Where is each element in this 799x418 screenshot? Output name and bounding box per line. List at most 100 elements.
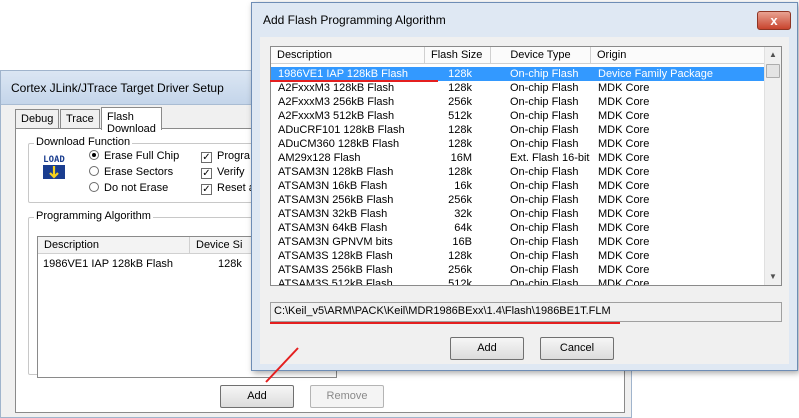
check-verify[interactable]: ✓ Verify — [201, 166, 245, 179]
tab-trace[interactable]: Trace — [60, 109, 100, 129]
close-icon: x — [770, 13, 778, 28]
list-item[interactable]: ATSAM3S 512kB Flash 512k On-chip Flash MDK … — [271, 277, 765, 286]
row-description: A2FxxxM3 512kB Flash — [278, 110, 395, 122]
algorithm-row-description[interactable]: 1986VE1 IAP 128kB Flash — [43, 258, 173, 270]
row-description: ATSAM3N 64kB Flash — [278, 222, 388, 234]
col-device-type[interactable]: Device Type — [491, 47, 591, 64]
tab-flash-download[interactable]: Flash Download — [101, 107, 162, 135]
dialog-add-button[interactable]: Add — [450, 337, 524, 360]
scroll-thumb[interactable] — [766, 64, 780, 78]
list-item[interactable]: ATSAM3N 256kB Flash 256k On-chip Flash MDK … — [271, 193, 765, 207]
row-description: ATSAM3N 128kB Flash — [278, 166, 394, 178]
row-flash-size: 128k — [448, 82, 472, 94]
check-program-label: Progra — [217, 150, 251, 162]
load-icon-text: LOAD — [43, 155, 65, 165]
row-device-type: On-chip Flash — [510, 68, 579, 80]
scroll-up-icon[interactable]: ▲ — [765, 47, 781, 63]
annotation-pointer-line — [265, 347, 299, 383]
scroll-down-icon[interactable]: ▼ — [765, 269, 781, 285]
row-flash-size: 16k — [454, 180, 472, 192]
tab-debug[interactable]: Debug — [15, 109, 60, 129]
col-description[interactable]: Description — [271, 47, 425, 64]
algorithm-file-path: C:\Keil_v5\ARM\PACK\Keil\MDR1986BExx\1.4… — [270, 302, 782, 322]
row-origin: MDK Core — [598, 124, 650, 136]
row-origin: MDK Core — [598, 110, 650, 122]
row-flash-size: 128k — [448, 68, 472, 80]
back-window-title: Cortex JLink/JTrace Target Driver Setup — [11, 81, 224, 95]
programming-algorithm-label: Programming Algorithm — [34, 210, 153, 222]
list-item[interactable]: ATSAM3N 128kB Flash 128k On-chip Flash MDK … — [271, 165, 765, 179]
row-flash-size: 32k — [454, 208, 472, 220]
row-origin: MDK Core — [598, 96, 650, 108]
radio-do-not-erase[interactable]: Do not Erase — [89, 182, 168, 194]
list-item[interactable]: ATSAM3N 32kB Flash 32k On-chip Flash MDK Co… — [271, 207, 765, 221]
row-flash-size: 512k — [448, 278, 472, 286]
radio-do-not-erase-indicator[interactable] — [89, 182, 99, 192]
list-item[interactable]: ATSAM3N GPNVM bits 16B On-chip Flash MDK Co… — [271, 235, 765, 249]
row-origin: MDK Core — [598, 82, 650, 94]
radio-erase-sectors-indicator[interactable] — [89, 166, 99, 176]
list-item[interactable]: ADuCM360 128kB Flash 128k On-chip Flash MDK… — [271, 137, 765, 151]
row-origin: MDK Core — [598, 194, 650, 206]
radio-erase-sectors-label: Erase Sectors — [104, 166, 174, 178]
row-device-type: On-chip Flash — [510, 166, 579, 178]
load-icon: LOAD — [40, 153, 68, 181]
row-origin: MDK Core — [598, 278, 650, 286]
row-device-type: On-chip Flash — [510, 96, 579, 108]
check-reset[interactable]: ✓ Reset a — [201, 182, 255, 195]
list-scrollbar[interactable]: ▲ ▼ — [764, 47, 781, 285]
check-program-box[interactable]: ✓ — [201, 152, 212, 163]
dialog-cancel-button[interactable]: Cancel — [540, 337, 614, 360]
col-flash-size[interactable]: Flash Size — [425, 47, 491, 64]
remove-button[interactable]: Remove — [310, 385, 384, 408]
close-button[interactable]: x — [757, 11, 791, 30]
row-description: ATSAM3N 16kB Flash — [278, 180, 388, 192]
list-item[interactable]: 1986VE1 IAP 128kB Flash 128k On-chip Flash… — [271, 67, 765, 81]
algorithm-row-size[interactable]: 128k — [218, 258, 242, 270]
add-flash-algorithm-dialog: Add Flash Programming Algorithm x Descri… — [251, 2, 798, 371]
row-description: ATSAM3N 32kB Flash — [278, 208, 388, 220]
row-description: ATSAM3S 512kB Flash — [278, 278, 393, 286]
row-flash-size: 128k — [448, 166, 472, 178]
row-device-type: Ext. Flash 16-bit — [510, 152, 590, 164]
algorithm-list[interactable]: Description Flash Size Device Type Origi… — [270, 46, 782, 286]
row-flash-size: 16B — [452, 236, 472, 248]
radio-erase-full-chip-label: Erase Full Chip — [104, 150, 180, 162]
add-button[interactable]: Add — [220, 385, 294, 408]
radio-erase-full-chip[interactable]: Erase Full Chip — [89, 150, 179, 162]
row-flash-size: 256k — [448, 96, 472, 108]
row-description: ADuCRF101 128kB Flash — [278, 124, 405, 136]
check-reset-box[interactable]: ✓ — [201, 184, 212, 195]
row-description: A2FxxxM3 256kB Flash — [278, 96, 395, 108]
row-origin: MDK Core — [598, 222, 650, 234]
row-description: AM29x128 Flash — [278, 152, 361, 164]
list-item[interactable]: AM29x128 Flash 16M Ext. Flash 16-bit MDK Co… — [271, 151, 765, 165]
list-item[interactable]: A2FxxxM3 256kB Flash 256k On-chip Flash MDK… — [271, 95, 765, 109]
radio-erase-sectors[interactable]: Erase Sectors — [89, 166, 173, 178]
check-program[interactable]: ✓ Progra — [201, 150, 250, 163]
list-item[interactable]: ATSAM3N 64kB Flash 64k On-chip Flash MDK Co… — [271, 221, 765, 235]
row-origin: MDK Core — [598, 236, 650, 248]
row-origin: MDK Core — [598, 264, 650, 276]
row-description: ATSAM3N GPNVM bits — [278, 236, 393, 248]
list-item[interactable]: ADuCRF101 128kB Flash 128k On-chip Flash MD… — [271, 123, 765, 137]
row-description: A2FxxxM3 128kB Flash — [278, 82, 395, 94]
list-item[interactable]: A2FxxxM3 512kB Flash 512k On-chip Flash MDK… — [271, 109, 765, 123]
row-device-type: On-chip Flash — [510, 110, 579, 122]
list-item[interactable]: ATSAM3N 16kB Flash 16k On-chip Flash MDK Co… — [271, 179, 765, 193]
list-item[interactable]: A2FxxxM3 128kB Flash 128k On-chip Flash MDK… — [271, 81, 765, 95]
row-origin: MDK Core — [598, 250, 650, 262]
row-device-type: On-chip Flash — [510, 278, 579, 286]
row-description: ATSAM3S 128kB Flash — [278, 250, 393, 262]
row-flash-size: 256k — [448, 264, 472, 276]
row-origin: MDK Core — [598, 152, 650, 164]
check-verify-box[interactable]: ✓ — [201, 168, 212, 179]
row-device-type: On-chip Flash — [510, 180, 579, 192]
list-item[interactable]: ATSAM3S 256kB Flash 256k On-chip Flash MDK … — [271, 263, 765, 277]
row-flash-size: 512k — [448, 110, 472, 122]
list-item[interactable]: ATSAM3S 128kB Flash 128k On-chip Flash MDK … — [271, 249, 765, 263]
radio-erase-full-chip-indicator[interactable] — [89, 150, 99, 160]
col-origin[interactable]: Origin — [591, 47, 765, 64]
row-flash-size: 256k — [448, 194, 472, 206]
algorithm-col-description[interactable]: Description — [38, 237, 190, 254]
